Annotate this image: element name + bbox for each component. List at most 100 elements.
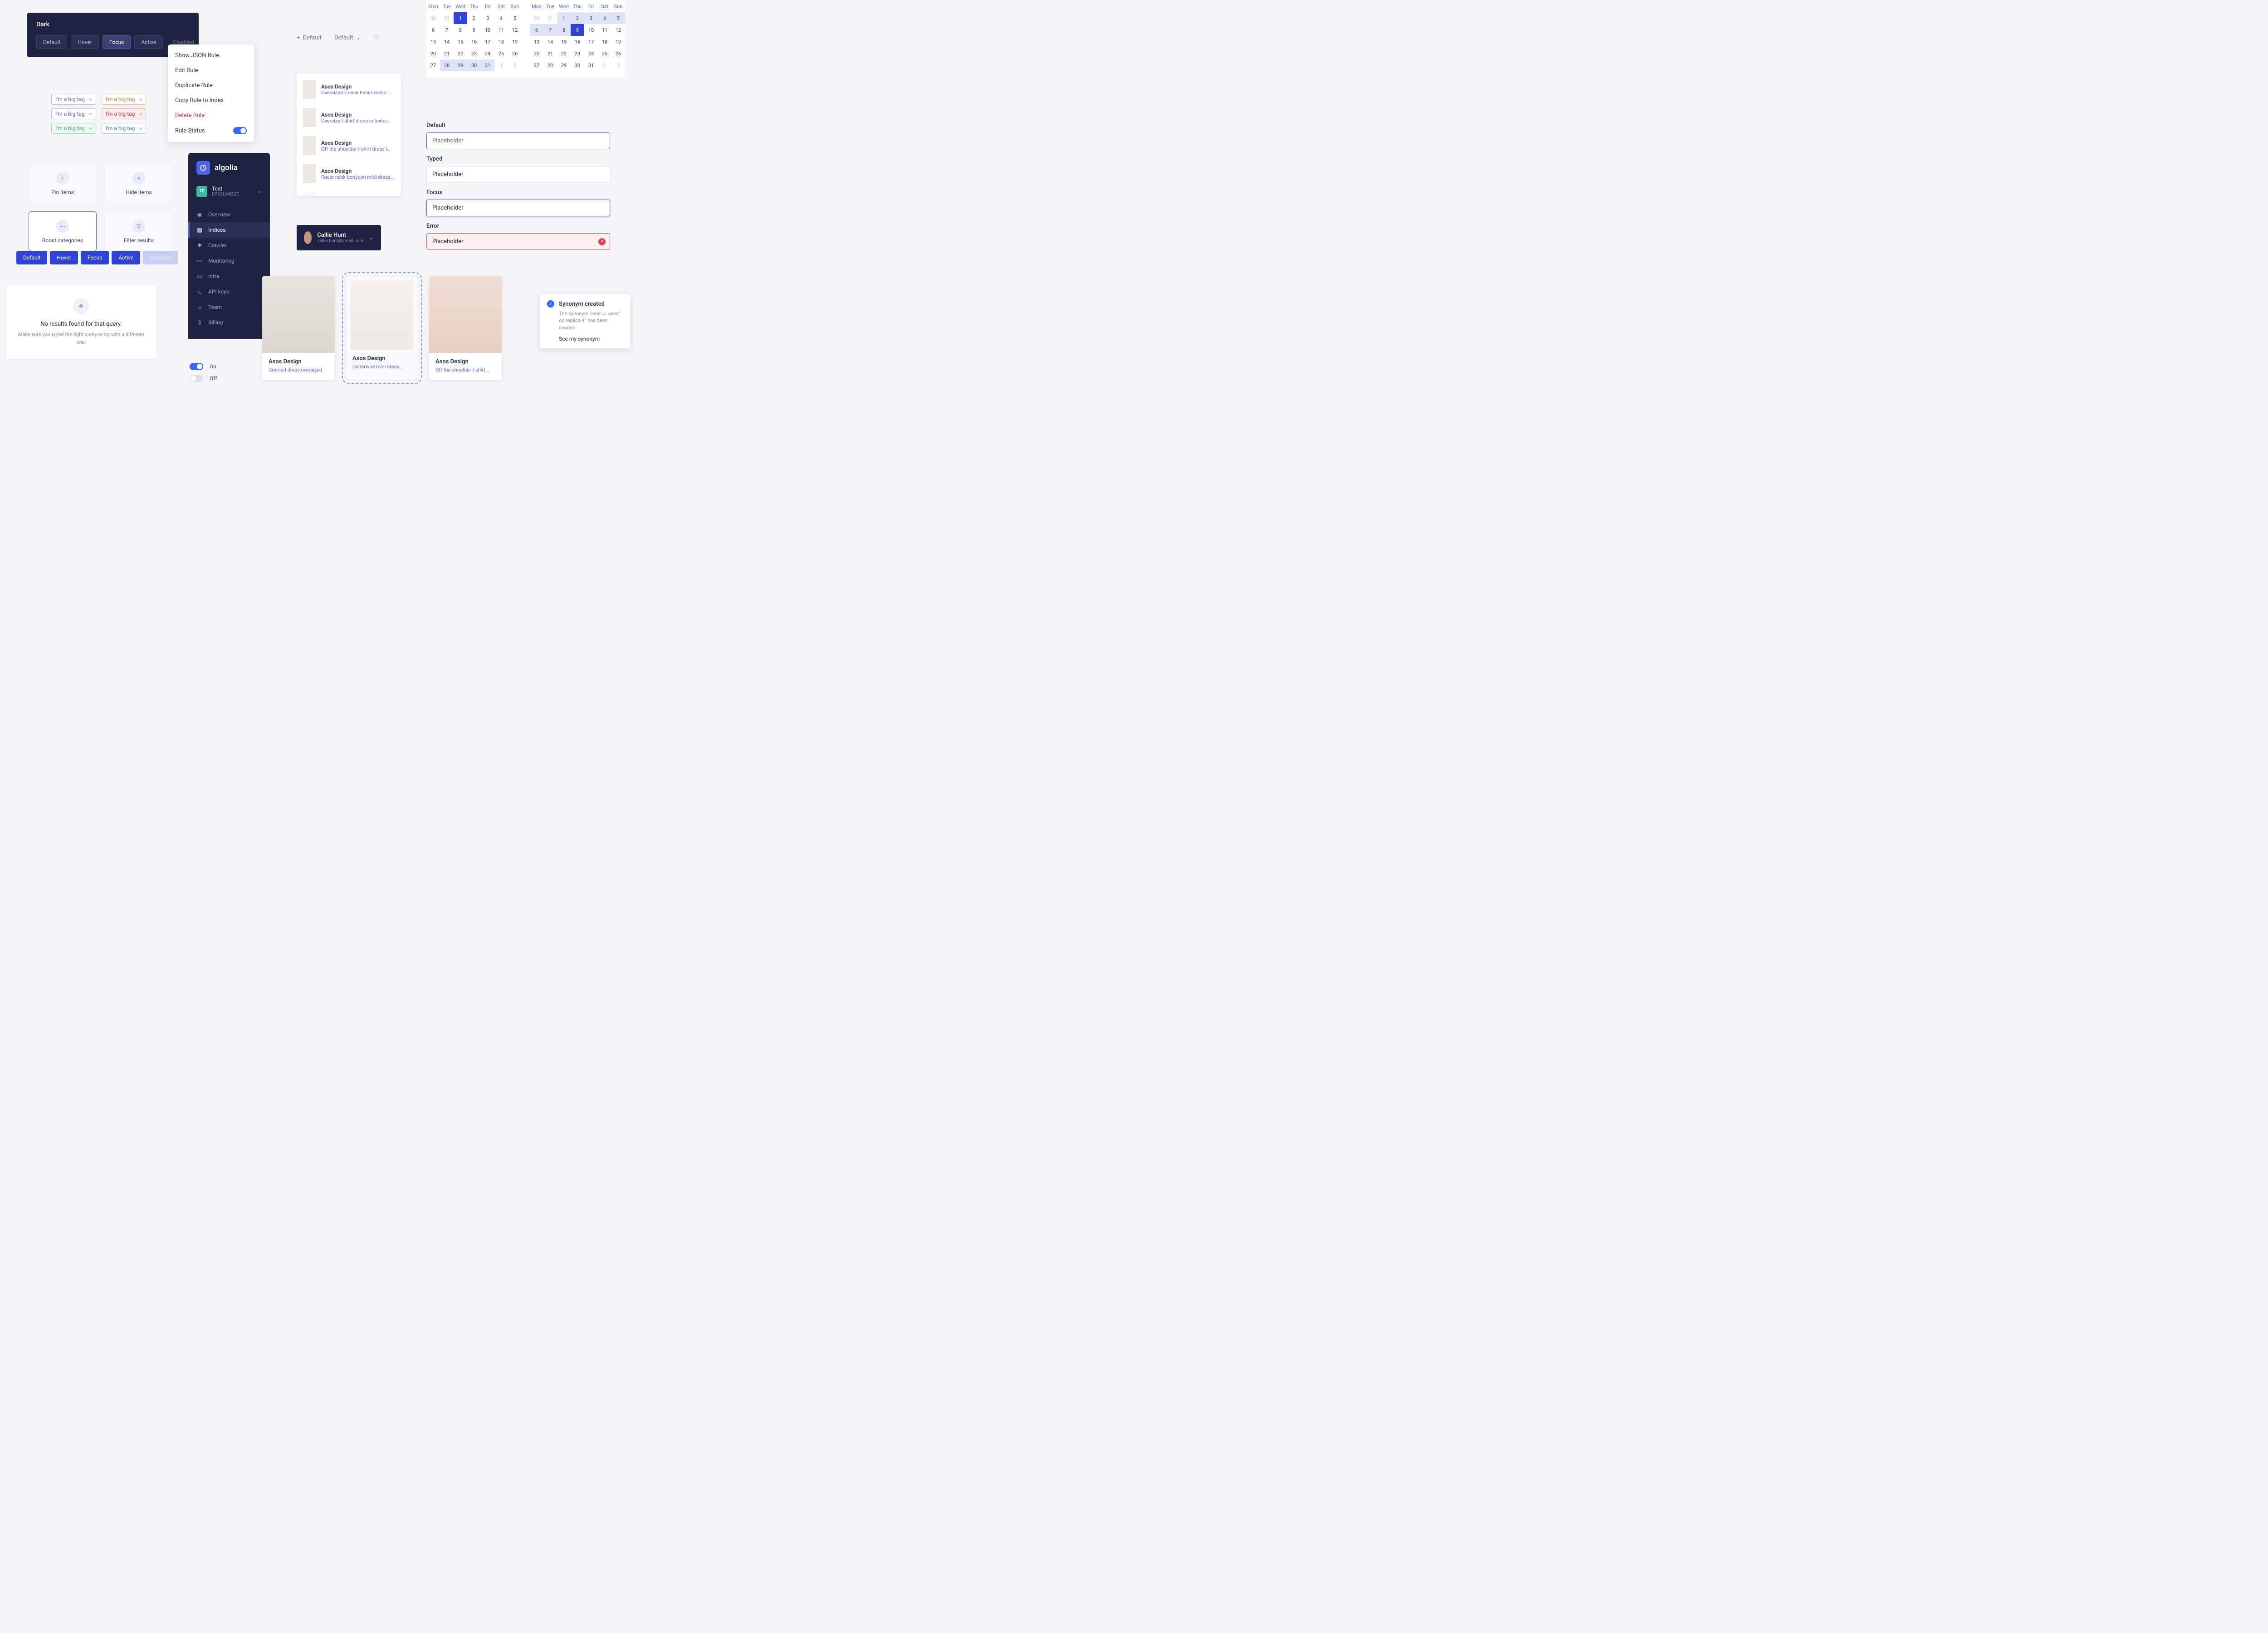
product-image [262, 276, 335, 353]
pbtn-disabled: Disabled [143, 251, 177, 264]
card-hide-items[interactable]: × Hide items [105, 163, 173, 203]
app-name: Test [212, 186, 240, 192]
chevron-down-icon: ⌄ [356, 34, 361, 41]
card-boost-categories[interactable]: 〜 Boost categories [29, 211, 97, 251]
close-icon[interactable]: × [140, 126, 142, 132]
context-menu: Show JSON Rule Edit Rule Duplicate Rule … [168, 44, 254, 142]
ctx-duplicate[interactable]: Duplicate Rule [168, 78, 254, 93]
close-icon[interactable]: × [140, 97, 142, 103]
nav-crawler[interactable]: ✱Crawler [188, 238, 270, 253]
nav-api-keys[interactable]: ›_API keys [188, 284, 270, 299]
dollar-icon: $ [196, 319, 203, 326]
bell-icon: ♡ [374, 34, 379, 41]
tag-purple[interactable]: I'm a big tag× [51, 108, 96, 119]
error-icon: × [598, 238, 606, 245]
plus-icon: + [297, 34, 300, 41]
input-error[interactable] [426, 233, 610, 250]
notification-body: The synonym "east ↔ west" on replica-1" … [559, 310, 623, 331]
user-name: Callie Hunt [317, 232, 363, 239]
ctx-status-label: Rule Status [175, 127, 205, 134]
server-icon: ▭ [196, 273, 203, 279]
close-icon[interactable]: × [89, 126, 92, 132]
calendar-month-left: MonTueWedThuFriSatSun 303112345678910111… [426, 4, 522, 71]
card-pin-items[interactable]: ↑ Pin items [29, 163, 97, 203]
tag-red[interactable]: I'm a big tag× [102, 108, 147, 119]
nav-indices[interactable]: ▤Indices [188, 222, 270, 238]
algolia-logo-icon [196, 161, 210, 175]
nav-team[interactable]: ☺Team [188, 299, 270, 315]
sidebar-app-switcher[interactable]: TE Test EPYZL44ODC ⌄ [192, 181, 266, 201]
pbtn-active[interactable]: Active [112, 251, 140, 264]
pbtn-default[interactable]: Default [16, 251, 47, 264]
pbtn-focus[interactable]: Focus [81, 251, 109, 264]
add-button[interactable]: +Default [297, 34, 322, 41]
bell-button[interactable]: ♡ [374, 34, 379, 41]
action-cards: ↑ Pin items × Hide items 〜 Boost categor… [29, 163, 173, 251]
pulse-icon: 〰 [196, 258, 203, 264]
dark-btn-hover[interactable]: Hover [71, 35, 98, 49]
thumbnail [303, 164, 316, 183]
dark-panel-title: Dark [36, 21, 190, 28]
list-item[interactable]: Asos DesignRacer neck bodycon midi dress… [297, 160, 401, 188]
dark-btn-focus[interactable]: Focus [103, 35, 131, 49]
empty-subtitle: Make sure you typed the right query or t… [17, 331, 145, 346]
pbtn-hover[interactable]: Hover [50, 251, 78, 264]
close-icon[interactable]: × [89, 111, 92, 117]
tag-orange[interactable]: I'm a big tag× [102, 94, 147, 105]
sidebar-header: algolia [188, 153, 270, 181]
label-error: Error [426, 223, 610, 230]
ctx-show-json[interactable]: Show JSON Rule [168, 48, 254, 63]
input-focus[interactable] [426, 200, 610, 216]
chevron-down-icon: ⌄ [257, 188, 262, 195]
product-image [351, 281, 413, 350]
calendar-weekdays: MonTueWedThuFriSatSun [530, 4, 625, 10]
dark-btn-default[interactable]: Default [36, 35, 67, 49]
tag-purple[interactable]: I'm a big tag× [51, 94, 96, 105]
close-icon[interactable]: × [140, 111, 142, 117]
sidebar-brand: algolia [215, 163, 238, 172]
switch-on[interactable] [190, 363, 203, 370]
thumbnail [303, 136, 316, 155]
empty-title: No results found for that query. [17, 321, 145, 328]
notification-toast: ✓ Synonym created The synonym "east ↔ we… [540, 294, 631, 348]
tag-green[interactable]: I'm a big tag× [51, 123, 96, 134]
input-typed[interactable] [426, 166, 610, 183]
product-list: Asos DesignOversized v neck t-shirt dres… [297, 73, 401, 196]
card-filter-results[interactable]: ▽ Filter results [105, 211, 173, 251]
user-card[interactable]: Callie Hunt callie.hunt@gmail.com ⌄ [297, 225, 381, 250]
input-default[interactable] [426, 132, 610, 149]
list-item[interactable]: Asos DesignOversize t-shirt dress in tex… [297, 103, 401, 132]
nav-monitoring[interactable]: 〰Monitoring [188, 253, 270, 269]
tag-blue[interactable]: I'm a big tag× [102, 123, 147, 134]
calendar-grid[interactable]: 3031123456789101112131415161718192021222… [530, 12, 625, 71]
input-states: Default Typed Focus Error × [426, 116, 610, 250]
calendar: MonTueWedThuFriSatSun 303112345678910111… [426, 0, 625, 78]
list-item[interactable]: Asos DesignOff the shoulder t-shirt dres… [297, 132, 401, 160]
dark-btn-active[interactable]: Active [134, 35, 163, 49]
trend-icon: 〜 [56, 220, 69, 233]
list-item[interactable]: Asos DesignOversized v neck t-shirt dres… [297, 75, 401, 103]
close-icon[interactable]: × [89, 97, 92, 103]
nav-overview[interactable]: ◉Overview [188, 207, 270, 222]
ctx-edit-rule[interactable]: Edit Rule [168, 63, 254, 78]
label-focus: Focus [426, 189, 610, 196]
nav-billing[interactable]: $Billing [188, 315, 270, 330]
app-avatar: TE [196, 186, 207, 197]
switch-off[interactable] [190, 375, 203, 382]
nav-infra[interactable]: ▭Infra [188, 269, 270, 284]
chevron-down-icon: ⌄ [369, 235, 374, 241]
sidebar: algolia TE Test EPYZL44ODC ⌄ ◉Overview ▤… [188, 153, 270, 339]
product-card-selected[interactable]: Asos DesignUnderwire mini dress… [346, 276, 418, 380]
ctx-delete[interactable]: Delete Rule [168, 108, 254, 123]
product-card[interactable]: Asos DesignOff the shoulder t-shirt… [429, 276, 502, 380]
top-action-bar: +Default Default⌄ ♡ [297, 34, 379, 41]
primary-button-row: Default Hover Focus Active Disabled [16, 251, 178, 264]
error-icon: ⊗ [73, 298, 89, 314]
calendar-grid[interactable]: 3031123456789101112131415161718192021222… [426, 12, 522, 71]
notification-link[interactable]: See my synonym [559, 336, 623, 342]
list-item[interactable]: Asos Design [297, 188, 401, 196]
product-card[interactable]: Asos DesignGremarl dress oversized [262, 276, 335, 380]
rule-status-toggle[interactable] [233, 127, 247, 134]
dropdown-button[interactable]: Default⌄ [334, 34, 361, 41]
ctx-copy-index[interactable]: Copy Rule to Index [168, 93, 254, 108]
